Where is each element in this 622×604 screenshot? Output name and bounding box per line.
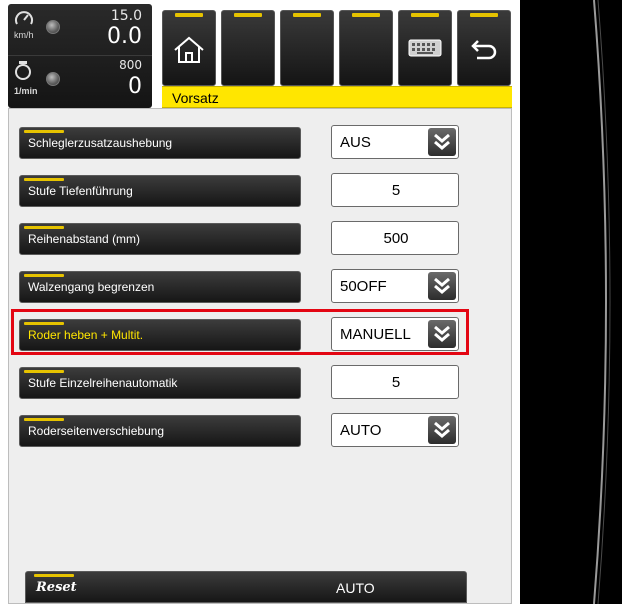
param-label: Roder heben + Multit. — [28, 328, 144, 342]
chevron-down-icon[interactable] — [428, 272, 456, 300]
status-display: km/h 15.0 0.0 1/min 800 0 — [8, 4, 152, 108]
toolbar-button-4[interactable] — [339, 10, 393, 86]
back-icon — [471, 40, 497, 60]
chevron-down-icon[interactable] — [428, 320, 456, 348]
keyboard-icon — [408, 39, 442, 57]
parameter-panel: Schleglerzusatzaushebung AUS Stufe Tiefe… — [8, 108, 512, 604]
param-button-roderseitenverschiebung[interactable]: Roderseitenverschiebung — [19, 415, 301, 447]
speed-value: 0.0 — [107, 24, 142, 49]
param-value: MANUELL — [340, 326, 411, 343]
chevron-down-icon[interactable] — [428, 416, 456, 444]
toolbar-button-3[interactable] — [280, 10, 334, 86]
param-label: Roderseitenverschiebung — [28, 424, 165, 438]
engine-icon — [15, 61, 31, 80]
param-label: Walzengang begrenzen — [28, 280, 155, 294]
screen-title-bar: Vorsatz — [162, 86, 512, 108]
param-input-reihenabstand[interactable]: 500 — [331, 221, 459, 255]
rpm-unit: 1/min — [14, 86, 38, 96]
param-dropdown-schleglerzusatzaushebung[interactable]: AUS — [331, 125, 459, 159]
reset-value: AUTO — [336, 580, 375, 596]
param-button-stufe-tiefenfuehrung[interactable]: Stufe Tiefenführung — [19, 175, 301, 207]
param-value: AUS — [340, 134, 371, 151]
rpm-max: 800 — [119, 58, 142, 72]
param-input-stufe-einzelreihenautomatik[interactable]: 5 — [331, 365, 459, 399]
reset-button[interactable]: Reset AUTO — [25, 571, 467, 603]
param-label: Stufe Einzelreihenautomatik — [28, 376, 178, 390]
param-value: 50OFF — [340, 278, 387, 295]
chevron-down-icon[interactable] — [428, 128, 456, 156]
bezel-edge — [593, 0, 611, 604]
param-label: Schleglerzusatzaushebung — [28, 136, 173, 150]
speed-unit: km/h — [14, 30, 34, 40]
speedometer-icon — [15, 11, 33, 25]
param-value: 500 — [383, 230, 409, 247]
param-button-roder-heben-multit[interactable]: Roder heben + Multit. — [19, 319, 301, 351]
speed-max: 15.0 — [110, 8, 142, 24]
param-dropdown-walzengang-begrenzen[interactable]: 50OFF — [331, 269, 459, 303]
keyboard-button[interactable] — [398, 10, 452, 86]
param-input-stufe-tiefenfuehrung[interactable]: 5 — [331, 173, 459, 207]
home-button[interactable] — [162, 10, 216, 86]
param-button-schleglerzusatzaushebung[interactable]: Schleglerzusatzaushebung — [19, 127, 301, 159]
param-dropdown-roder-heben-multit[interactable]: MANUELL — [331, 317, 459, 351]
param-value: 5 — [391, 182, 401, 199]
param-button-walzengang-begrenzen[interactable]: Walzengang begrenzen — [19, 271, 301, 303]
speed-row: km/h 15.0 0.0 — [8, 4, 152, 56]
back-button[interactable] — [457, 10, 511, 86]
param-button-stufe-einzelreihenautomatik[interactable]: Stufe Einzelreihenautomatik — [19, 367, 301, 399]
toolbar-button-2[interactable] — [221, 10, 275, 86]
screen-title: Vorsatz — [172, 90, 219, 106]
speed-indicator-led — [46, 20, 60, 34]
top-toolbar — [162, 10, 512, 86]
rpm-indicator-led — [46, 72, 60, 86]
param-value: AUTO — [340, 422, 382, 439]
param-label: Stufe Tiefenführung — [28, 184, 133, 198]
rpm-row: 1/min 800 0 — [8, 56, 152, 108]
param-label: Reihenabstand (mm) — [28, 232, 141, 246]
reset-label: Reset — [36, 580, 77, 595]
param-button-reihenabstand[interactable]: Reihenabstand (mm) — [19, 223, 301, 255]
param-value: 5 — [391, 374, 401, 391]
rpm-value: 0 — [128, 74, 142, 99]
param-dropdown-roderseitenverschiebung[interactable]: AUTO — [331, 413, 459, 447]
home-icon — [174, 36, 204, 63]
